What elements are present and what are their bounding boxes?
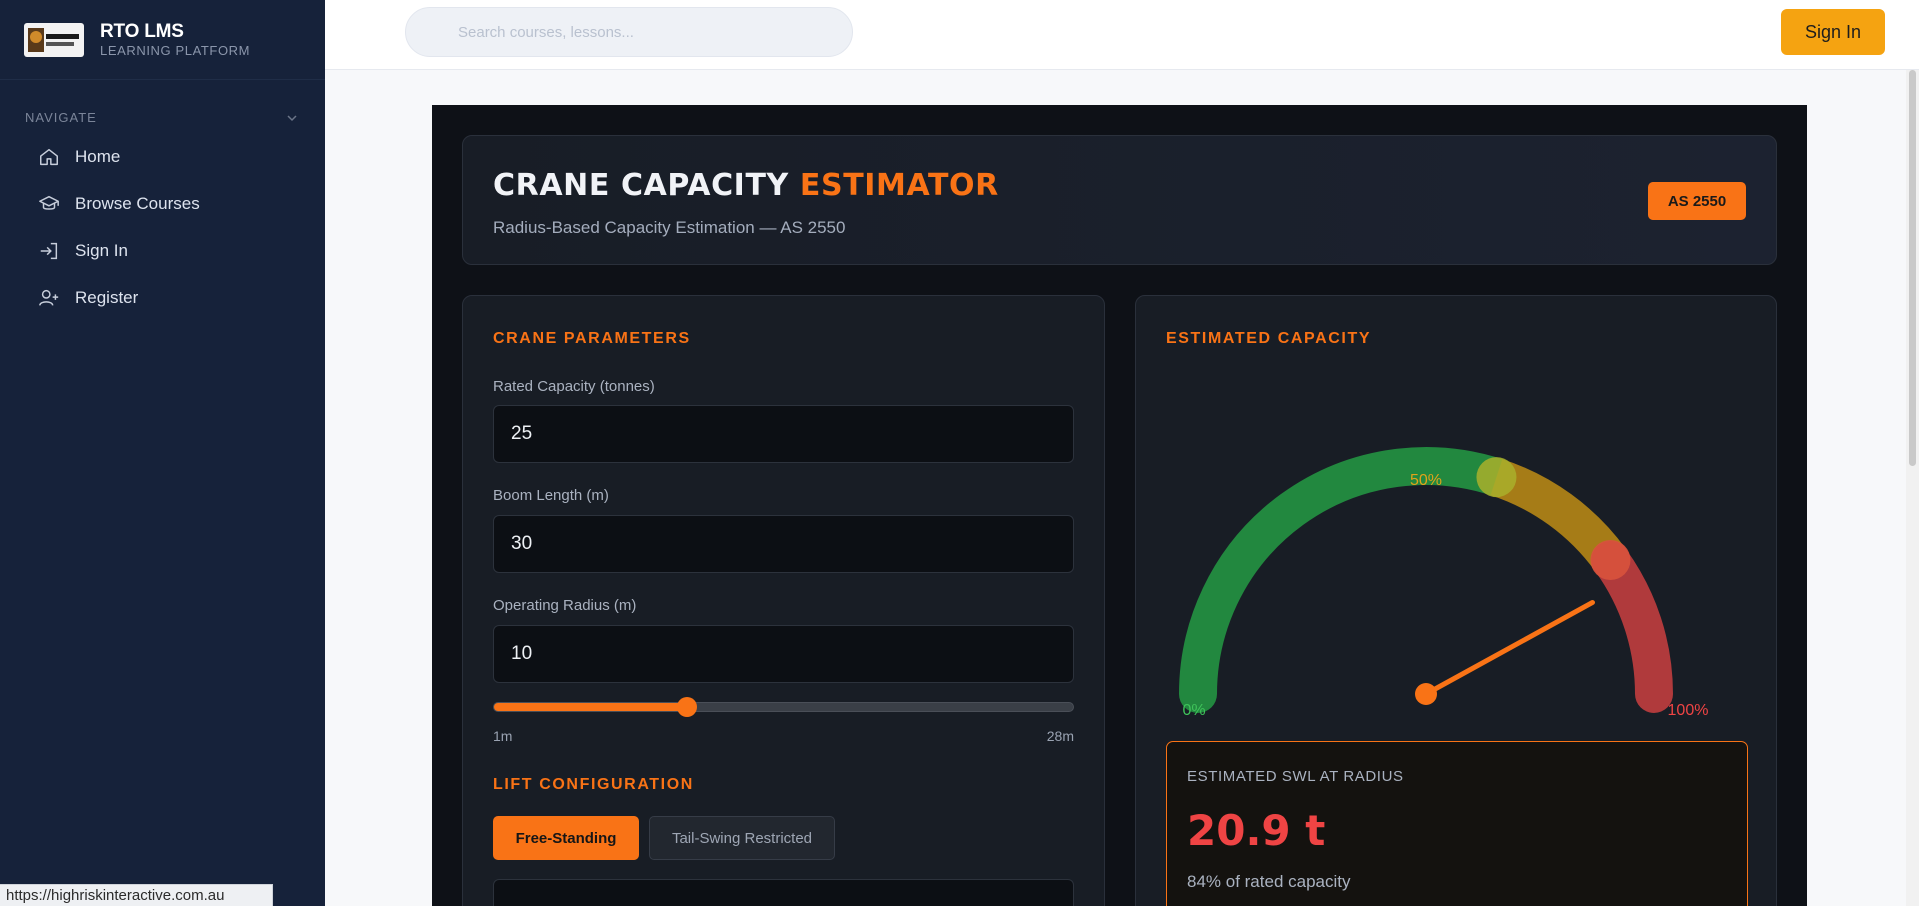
swl-label: ESTIMATED SWL AT RADIUS [1187,768,1404,785]
gauge-needle [1423,599,1595,697]
sidebar-item-browse-courses[interactable]: Browse Courses [0,180,325,227]
tail-swing-restricted-button[interactable]: Tail-Swing Restricted [649,816,835,860]
search-input[interactable] [405,7,853,57]
boom-length-label: Boom Length (m) [493,487,609,504]
configuration-field[interactable] [493,879,1074,906]
brand[interactable]: RTO LMS LEARNING PLATFORM [0,0,325,80]
capacity-gauge: 0% 50% 100% [1179,447,1709,719]
graduation-cap-icon [39,195,59,210]
sidebar-item-home[interactable]: Home [0,133,325,180]
gauge-marker-caution [1476,457,1517,498]
standard-badge: AS 2550 [1648,182,1746,220]
gauge-marker-danger [1590,539,1631,580]
rated-capacity-field[interactable] [493,405,1074,463]
swl-percent: 84% of rated capacity [1187,872,1351,891]
brand-subtitle: LEARNING PLATFORM [100,42,251,58]
title-part2: ESTIMATOR [799,168,999,203]
crane-parameters-card: CRANE PARAMETERS Rated Capacity (tonnes)… [462,295,1105,906]
title-part1: CRANE CAPACITY [493,168,789,203]
chevron-down-icon [287,114,297,121]
operating-radius-label: Operating Radius (m) [493,597,637,614]
gauge-label-mid: 50% [1410,472,1442,489]
free-standing-button[interactable]: Free-Standing [493,816,639,860]
gauge-zone-danger [1591,540,1673,713]
estimator-header: CRANE CAPACITY ESTIMATOR Radius-Based Ca… [462,135,1777,265]
section-title-parameters: CRANE PARAMETERS [493,330,691,347]
radius-min-label: 1m [493,728,513,744]
topbar: Sign In [325,0,1919,70]
gauge-label-max: 100% [1668,702,1709,719]
swl-value: 20.9 t [1187,806,1326,855]
user-plus-icon [39,289,59,306]
radius-slider[interactable] [493,702,1074,712]
radius-slider-fill [494,703,688,711]
gauge-zone-safe [1179,447,1516,713]
page-title: CRANE CAPACITY ESTIMATOR [493,168,999,203]
estimator-panel: CRANE CAPACITY ESTIMATOR Radius-Based Ca… [432,105,1807,906]
brand-logo [24,22,84,57]
sidebar-item-label: Register [75,287,139,307]
scrollbar-thumb[interactable] [1909,70,1916,466]
radius-slider-thumb[interactable] [676,697,697,717]
sign-in-icon [40,242,58,259]
sidebar-item-label: Sign In [75,240,128,260]
sidebar-item-label: Browse Courses [75,193,200,213]
boom-length-field[interactable] [493,515,1074,573]
nav-header[interactable]: NAVIGATE [0,80,325,125]
sidebar: RTO LMS LEARNING PLATFORM NAVIGATE Home … [0,0,325,906]
gauge-label-min: 0% [1182,702,1205,719]
operating-radius-field[interactable] [493,625,1074,683]
rated-capacity-label: Rated Capacity (tonnes) [493,378,655,395]
radius-max-label: 28m [1046,728,1074,744]
section-title-capacity: ESTIMATED CAPACITY [1166,330,1372,347]
sidebar-item-label: Home [75,146,121,166]
section-title-lift-configuration: LIFT CONFIGURATION [493,776,694,793]
page-scrollbar[interactable] [1906,70,1919,906]
swl-result-box: ESTIMATED SWL AT RADIUS 20.9 t 84% of ra… [1166,741,1748,906]
brand-title: RTO LMS [100,20,184,42]
page-subtitle: Radius-Based Capacity Estimation — AS 25… [493,218,846,237]
sidebar-item-sign-in[interactable]: Sign In [0,227,325,274]
estimated-capacity-card: ESTIMATED CAPACITY 0% 50% 100% ESTIMATED… [1135,295,1777,906]
sidebar-item-register[interactable]: Register [0,274,325,321]
gauge-pivot [1415,683,1437,705]
status-url-tooltip: https://highriskinteractive.com.au [0,884,273,906]
nav-header-label: NAVIGATE [25,110,97,125]
home-icon [40,148,58,165]
gauge-zone-caution [1490,459,1626,572]
sign-in-button[interactable]: Sign In [1781,9,1885,55]
